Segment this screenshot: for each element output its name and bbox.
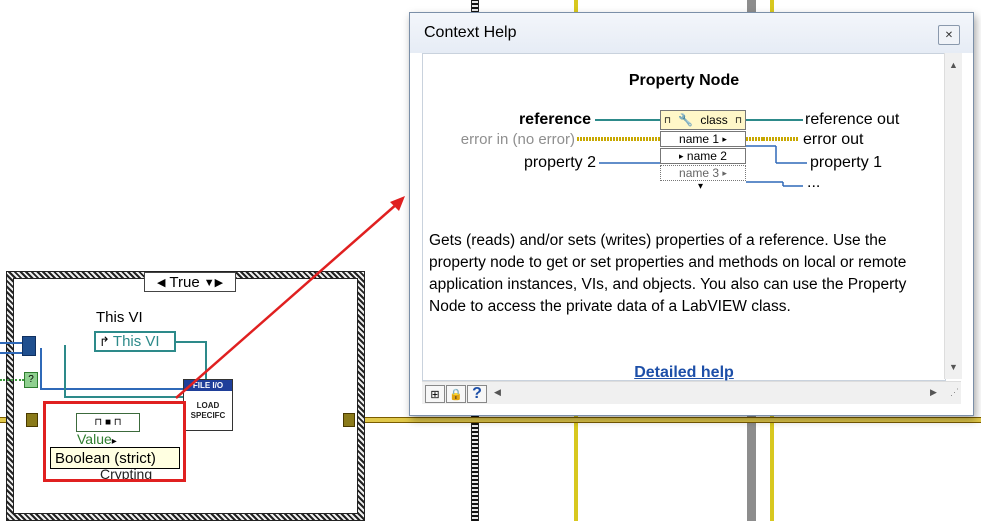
read-arrow-icon: ▸ [722,133,727,144]
wrench-icon: 🔧 [678,113,694,127]
scroll-right-icon[interactable]: ▶ [930,387,937,398]
input-property-2: property 2 [523,154,596,171]
output-reference-out: reference out [805,111,900,128]
node-name1-text: name 1 [679,132,720,146]
output-property-1: property 1 [810,154,883,171]
node-name3-text: name 3 [679,166,720,180]
resize-grip-icon[interactable]: ⋰ [950,387,959,398]
output-more: ... [807,174,821,191]
lock-icon: 🔒 [449,388,463,401]
node-class-text: class [700,113,728,127]
resize-handle-icon: ▾ [698,181,704,192]
property-node-diagram: ⊓ 🔧 class ⊓ name 1 ▸ ▸ name 2 name 3 ▸ ▾ [660,110,746,192]
terminals-icon: ⊞ [430,388,440,401]
input-reference: reference [518,111,591,128]
scroll-down-icon[interactable]: ▼ [945,359,962,375]
node-name2-row: ▸ name 2 [660,148,746,164]
read-arrow-icon-2: ▸ [722,167,727,178]
scroll-up-icon[interactable]: ▲ [945,57,962,73]
write-arrow-icon: ▸ [679,150,684,161]
node-class-row: ⊓ 🔧 class ⊓ [660,110,746,130]
help-button[interactable]: ? [467,385,487,403]
help-description: Gets (reads) and/or sets (writes) proper… [429,232,907,315]
input-error-in: error in (no error) [460,131,575,148]
node-name1-row: name 1 ▸ [660,131,746,147]
context-help-window[interactable]: Context Help ✕ Property Node reference e… [409,12,974,416]
close-button[interactable]: ✕ [938,25,960,45]
bottom-toolbar: ⊞ 🔒 ? ◀ ▶ ⋰ [422,381,961,404]
node-name3-row: name 3 ▸ [660,165,746,181]
vertical-scrollbar[interactable]: ▲ ▼ [944,53,962,379]
node-connector-icon-right: ⊓ [734,114,742,125]
show-optional-terminals-button[interactable]: ⊞ [425,385,445,403]
scroll-left-icon[interactable]: ◀ [494,387,501,398]
node-name2-text: name 2 [686,149,727,163]
help-icon: ? [472,385,482,402]
close-icon: ✕ [944,29,954,41]
node-connector-icon: ⊓ [664,114,672,125]
output-error-out: error out [803,131,864,148]
lock-button[interactable]: 🔒 [446,385,466,403]
window-title: Context Help [424,24,517,41]
help-content: Property Node reference error in (no err… [422,53,946,381]
detailed-help-link[interactable]: Detailed help [423,364,945,382]
